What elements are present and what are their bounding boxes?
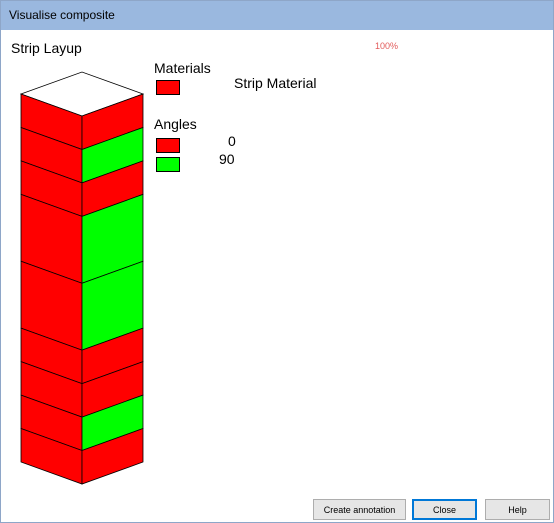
angle-swatch-90 [156, 157, 180, 172]
help-button[interactable]: Help [485, 499, 550, 520]
title-bar[interactable]: Visualise composite [1, 1, 553, 30]
close-button[interactable]: Close [412, 499, 477, 520]
angles-legend-title: Angles [154, 116, 197, 132]
material-swatch [156, 80, 180, 95]
create-annotation-button[interactable]: Create annotation [313, 499, 406, 520]
layup-stack-visual [19, 71, 145, 485]
angle-swatch-0 [156, 138, 180, 153]
angle-label-90: 90 [219, 151, 235, 167]
materials-legend-title: Materials [154, 60, 211, 76]
window-title: Visualise composite [9, 8, 115, 22]
material-label: Strip Material [234, 75, 317, 91]
visualise-composite-dialog: Visualise composite Strip Layup 100% Mat… [0, 0, 554, 523]
dialog-content: Strip Layup 100% Materials Strip Materia… [1, 30, 553, 522]
angle-label-0: 0 [228, 133, 236, 149]
